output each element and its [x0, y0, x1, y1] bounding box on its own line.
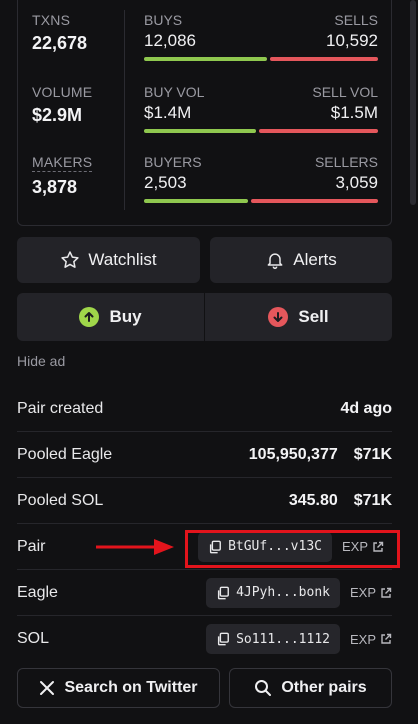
- pair-label: Pair: [17, 537, 46, 555]
- red-arrow-icon: [96, 539, 174, 555]
- external-link-icon: [381, 587, 392, 598]
- makers-ratio-bar: [144, 199, 378, 203]
- sell-vol-label: SELL VOL: [312, 84, 378, 100]
- eagle-explorer-link[interactable]: EXP: [350, 585, 392, 600]
- pair-highlight-box: [185, 530, 400, 568]
- makers-split-stat: BUYERS SELLERS 2,503 3,059: [144, 154, 378, 203]
- external-link-icon: [381, 633, 392, 644]
- buy-vol-bar-segment: [144, 129, 256, 133]
- sell-vol-value: $1.5M: [330, 103, 378, 122]
- sol-address: So111...1112: [236, 631, 330, 647]
- watchlist-button[interactable]: Watchlist: [17, 237, 200, 283]
- eagle-label: Eagle: [17, 583, 58, 601]
- sellers-label: SELLERS: [314, 154, 378, 170]
- exp-label: EXP: [349, 631, 376, 647]
- sells-label: SELLS: [334, 12, 378, 28]
- sells-value: 10,592: [326, 31, 378, 50]
- eagle-row: Eagle 4JPyh...bonk EXP: [17, 570, 392, 616]
- buyers-bar-segment: [144, 199, 248, 203]
- sol-explorer-link[interactable]: EXP: [350, 632, 392, 647]
- pooled-eagle-label: Pooled Eagle: [17, 445, 113, 463]
- pair-created-row: Pair created 4d ago: [17, 386, 392, 432]
- sol-address-copy-button[interactable]: So111...1112: [206, 624, 340, 654]
- volume-ratio-bar: [144, 129, 378, 133]
- copy-icon: [217, 586, 230, 599]
- search-twitter-label: Search on Twitter: [64, 679, 198, 696]
- volume-value: $2.9M: [32, 105, 83, 125]
- buy-vol-value: $1.4M: [144, 103, 192, 122]
- other-pairs-button[interactable]: Other pairs: [229, 668, 392, 708]
- pooled-sol-row: Pooled SOL 345.80 $71K: [17, 478, 392, 524]
- search-twitter-button[interactable]: Search on Twitter: [17, 668, 220, 708]
- txns-stat: TXNS 22,678: [32, 12, 87, 54]
- arrow-down-circle-icon: [268, 307, 289, 327]
- sell-button[interactable]: Sell: [205, 293, 392, 341]
- scrollbar[interactable]: [410, 0, 416, 205]
- volume-split-stat: BUY VOL SELL VOL $1.4M $1.5M: [144, 84, 378, 133]
- buyers-label: BUYERS: [144, 154, 202, 170]
- sellers-bar-segment: [250, 199, 378, 203]
- volume-stat: VOLUME $2.9M: [32, 84, 92, 126]
- pooled-eagle-usd: $71K: [353, 445, 392, 463]
- star-icon: [61, 251, 79, 268]
- pair-created-value: 4d ago: [340, 399, 392, 417]
- txns-value: 22,678: [32, 33, 88, 53]
- search-icon: [255, 680, 272, 696]
- arrow-up-circle-icon: [79, 307, 100, 327]
- makers-value: 3,878: [32, 177, 78, 197]
- exp-label: EXP: [349, 585, 376, 600]
- sell-vol-bar-segment: [258, 129, 378, 133]
- buy-bar-segment: [144, 57, 268, 61]
- pooled-eagle-row: Pooled Eagle 105,950,377 $71K: [17, 432, 392, 478]
- watchlist-label: Watchlist: [88, 250, 157, 269]
- pooled-sol-label: Pooled SOL: [17, 491, 104, 509]
- makers-label: MAKERS: [32, 154, 93, 172]
- buy-label: Buy: [109, 307, 142, 326]
- eagle-address-copy-button[interactable]: 4JPyh...bonk: [206, 577, 340, 608]
- pair-created-label: Pair created: [17, 399, 104, 417]
- pooled-sol-amount: 345.80: [288, 491, 338, 509]
- buy-button[interactable]: Buy: [17, 293, 204, 341]
- buys-sells-stat: BUYS SELLS 12,086 10,592: [144, 12, 378, 61]
- sol-label: SOL: [17, 630, 50, 647]
- bell-icon: [267, 253, 283, 270]
- sell-bar-segment: [270, 57, 378, 61]
- txns-ratio-bar: [144, 57, 378, 61]
- pooled-sol-usd: $71K: [353, 491, 392, 509]
- trade-buttons: Buy Sell: [17, 293, 392, 341]
- hide-ad-link[interactable]: Hide ad: [17, 353, 65, 369]
- buys-label: BUYS: [144, 12, 183, 28]
- stats-divider: [124, 10, 125, 210]
- sol-row: SOL So111...1112 EXP: [17, 616, 392, 662]
- eagle-address: 4JPyh...bonk: [236, 585, 330, 600]
- sell-label: Sell: [298, 307, 329, 326]
- buyers-value: 2,503: [144, 173, 187, 192]
- pooled-eagle-amount: 105,950,377: [248, 445, 338, 463]
- alerts-button[interactable]: Alerts: [210, 237, 392, 283]
- alerts-label: Alerts: [293, 250, 337, 269]
- stats-card: TXNS 22,678 VOLUME $2.9M MAKERS 3,878 BU…: [17, 0, 392, 226]
- makers-stat: MAKERS 3,878: [32, 154, 93, 198]
- buy-vol-label: BUY VOL: [144, 84, 205, 100]
- sellers-value: 3,059: [335, 173, 378, 192]
- txns-label: TXNS: [32, 12, 71, 28]
- buys-value: 12,086: [144, 31, 196, 50]
- copy-icon: [217, 632, 230, 646]
- other-pairs-label: Other pairs: [281, 679, 367, 696]
- x-logo-icon: [40, 681, 55, 695]
- volume-label: VOLUME: [32, 84, 93, 100]
